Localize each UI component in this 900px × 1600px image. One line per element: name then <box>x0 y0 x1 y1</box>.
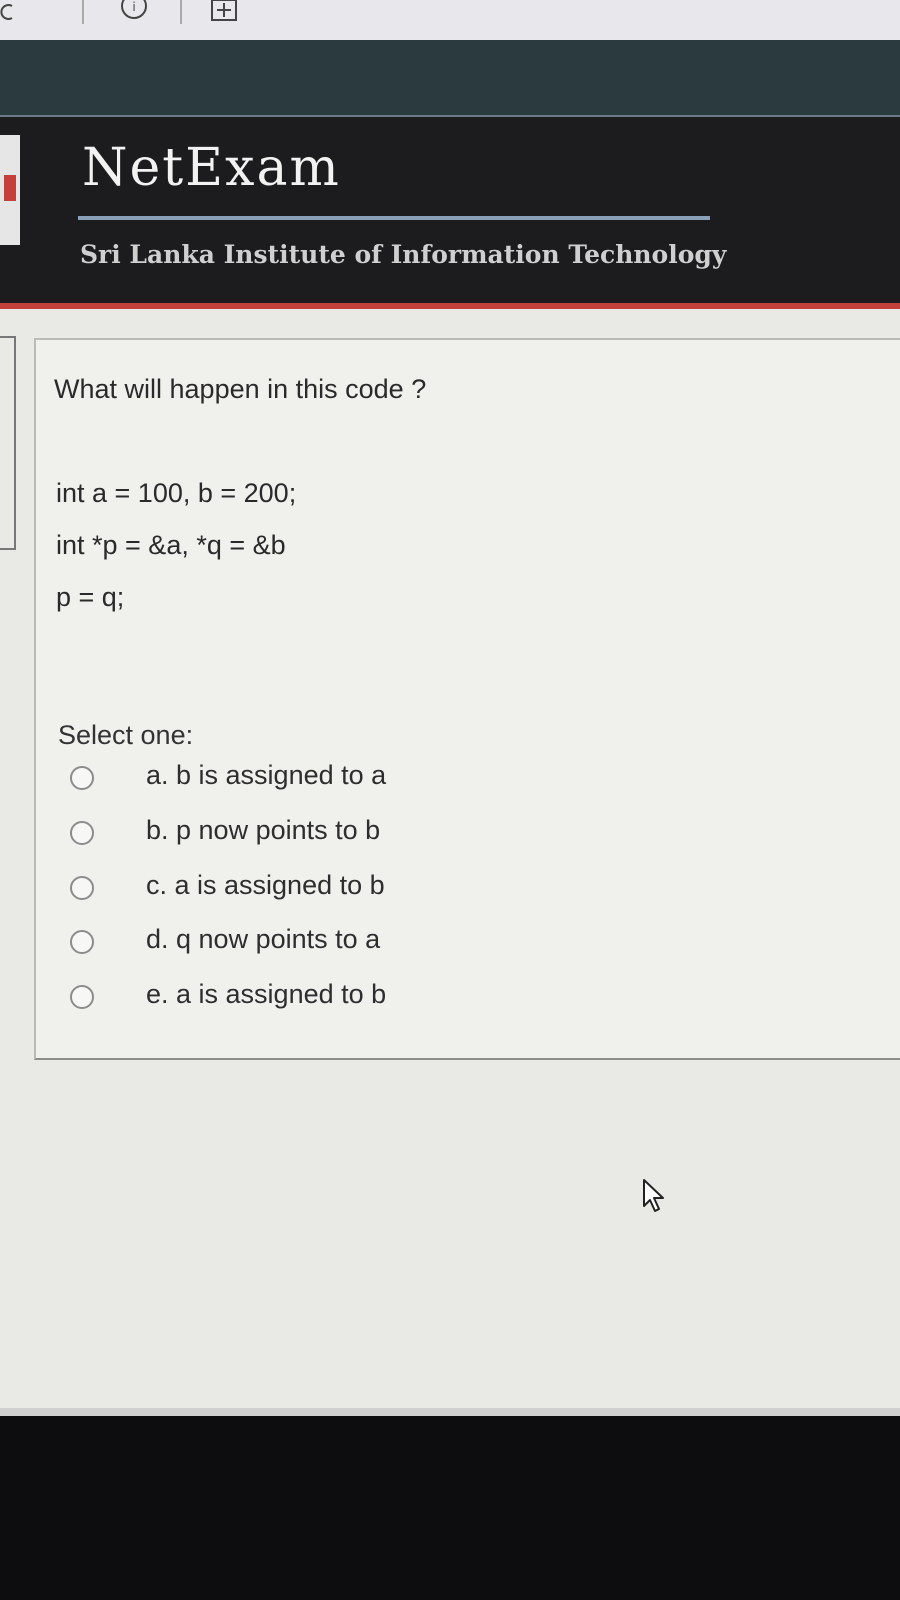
side-tab[interactable] <box>0 135 20 245</box>
monitor-bezel <box>0 1416 900 1600</box>
svg-text:i: i <box>132 0 135 14</box>
side-tab-mark <box>4 175 16 201</box>
browser-chrome-strip <box>0 40 900 115</box>
page: i NetExam Sri Lanka Institute of Informa… <box>0 0 900 1600</box>
answer-option[interactable]: a. b is assigned to a <box>70 760 570 800</box>
radio-button[interactable] <box>70 930 94 954</box>
option-label: a. b is assigned to a <box>146 760 387 790</box>
option-label: d. q now points to a <box>146 924 381 954</box>
nav-panel-edge <box>0 336 16 550</box>
answer-option[interactable]: e. a is assigned to b <box>70 979 570 1019</box>
answer-option[interactable]: d. q now points to a <box>70 924 570 964</box>
refresh-icon[interactable] <box>0 0 16 22</box>
radio-button[interactable] <box>70 821 94 845</box>
mouse-cursor-icon <box>640 1178 668 1214</box>
radio-button[interactable] <box>70 985 94 1009</box>
screen-bottom-edge <box>0 1408 900 1416</box>
question-text: What will happen in this code ? <box>54 374 427 404</box>
option-label: c. a is assigned to b <box>146 870 385 900</box>
browser-toolbar: i <box>0 0 900 41</box>
organization-name: Sri Lanka Institute of Information Techn… <box>80 240 727 269</box>
radio-button[interactable] <box>70 876 94 900</box>
select-one-label: Select one: <box>58 720 194 750</box>
answer-option[interactable]: b. p now points to b <box>70 815 570 855</box>
toolbar-divider <box>180 0 182 24</box>
code-line: p = q; <box>56 582 125 612</box>
code-line: int *p = &a, *q = &b <box>56 530 286 560</box>
radio-button[interactable] <box>70 766 94 790</box>
info-icon[interactable]: i <box>120 0 148 22</box>
option-label: b. p now points to b <box>146 815 381 845</box>
logo-divider <box>78 216 710 220</box>
answer-option[interactable]: c. a is assigned to b <box>70 870 570 910</box>
toolbar-divider <box>82 0 84 24</box>
code-line: int a = 100, b = 200; <box>56 478 297 508</box>
site-logo: NetExam <box>82 138 341 198</box>
option-label: e. a is assigned to b <box>146 979 387 1009</box>
new-tab-icon[interactable] <box>210 0 238 22</box>
